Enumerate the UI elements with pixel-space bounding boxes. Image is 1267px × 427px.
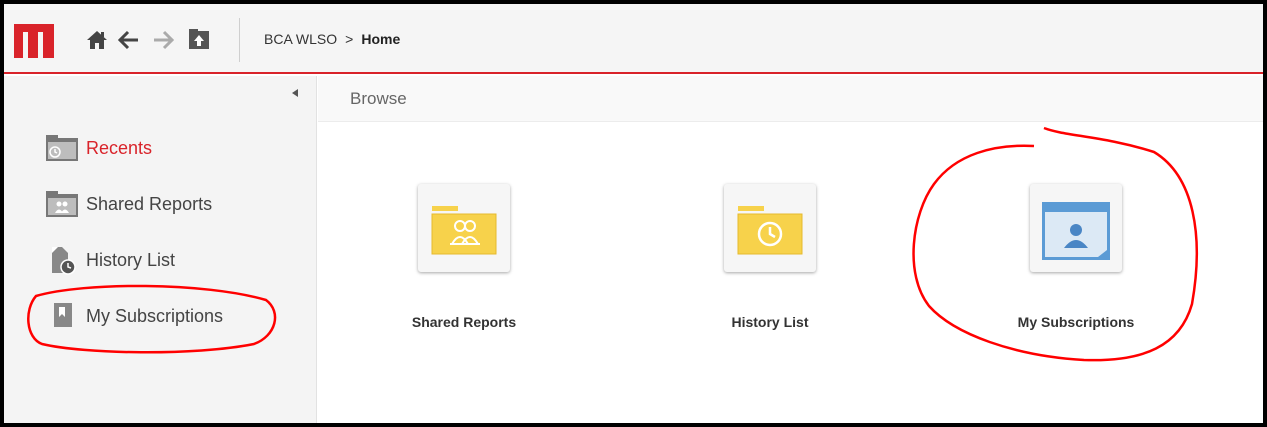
tile-my-subscriptions[interactable] xyxy=(1030,184,1122,272)
collapse-sidebar-icon[interactable] xyxy=(290,88,300,98)
top-toolbar: BCA WLSO > Home xyxy=(4,4,1263,74)
forward-arrow-icon[interactable] xyxy=(152,30,174,50)
sidebar: Recents Shared Reports History List My S… xyxy=(4,76,317,423)
tile-label-shared-reports[interactable]: Shared Reports xyxy=(364,314,564,330)
shared-reports-folder-icon xyxy=(431,206,497,255)
history-list-icon xyxy=(52,247,76,275)
sidebar-item-history-list[interactable]: History List xyxy=(46,244,175,276)
recents-folder-icon xyxy=(46,135,78,161)
tile-label-history-list[interactable]: History List xyxy=(670,314,870,330)
tile-shared-reports[interactable] xyxy=(418,184,510,272)
microstrategy-logo-icon[interactable] xyxy=(14,22,54,58)
breadcrumb-project[interactable]: BCA WLSO xyxy=(264,31,337,47)
main-header: Browse xyxy=(318,76,1263,122)
main-content: Browse Shared Reports History List My Su… xyxy=(318,76,1263,423)
tile-label-my-subscriptions[interactable]: My Subscriptions xyxy=(976,314,1176,330)
breadcrumb-current: Home xyxy=(361,31,401,47)
page-title: Browse xyxy=(350,89,407,108)
sidebar-item-label: Recents xyxy=(86,137,153,158)
app-window: BCA WLSO > Home Recents Shared Reports H… xyxy=(4,4,1263,423)
history-folder-icon xyxy=(737,206,803,255)
shared-reports-folder-icon xyxy=(46,191,78,217)
subscriptions-icon xyxy=(1042,202,1110,260)
breadcrumb-separator: > xyxy=(345,31,354,47)
sidebar-item-label: History List xyxy=(86,249,176,270)
sidebar-item-shared-reports[interactable]: Shared Reports xyxy=(46,188,212,220)
breadcrumb: BCA WLSO > Home xyxy=(264,31,400,47)
subscriptions-icon xyxy=(54,303,72,327)
up-folder-icon[interactable] xyxy=(188,28,210,50)
toolbar-divider xyxy=(239,18,240,62)
sidebar-item-label: My Subscriptions xyxy=(86,305,224,326)
tile-history-list[interactable] xyxy=(724,184,816,272)
back-arrow-icon[interactable] xyxy=(118,30,140,50)
sidebar-item-my-subscriptions[interactable]: My Subscriptions xyxy=(46,300,223,332)
home-icon[interactable] xyxy=(86,30,108,50)
sidebar-item-recents[interactable]: Recents xyxy=(46,132,152,164)
sidebar-item-label: Shared Reports xyxy=(86,193,213,214)
